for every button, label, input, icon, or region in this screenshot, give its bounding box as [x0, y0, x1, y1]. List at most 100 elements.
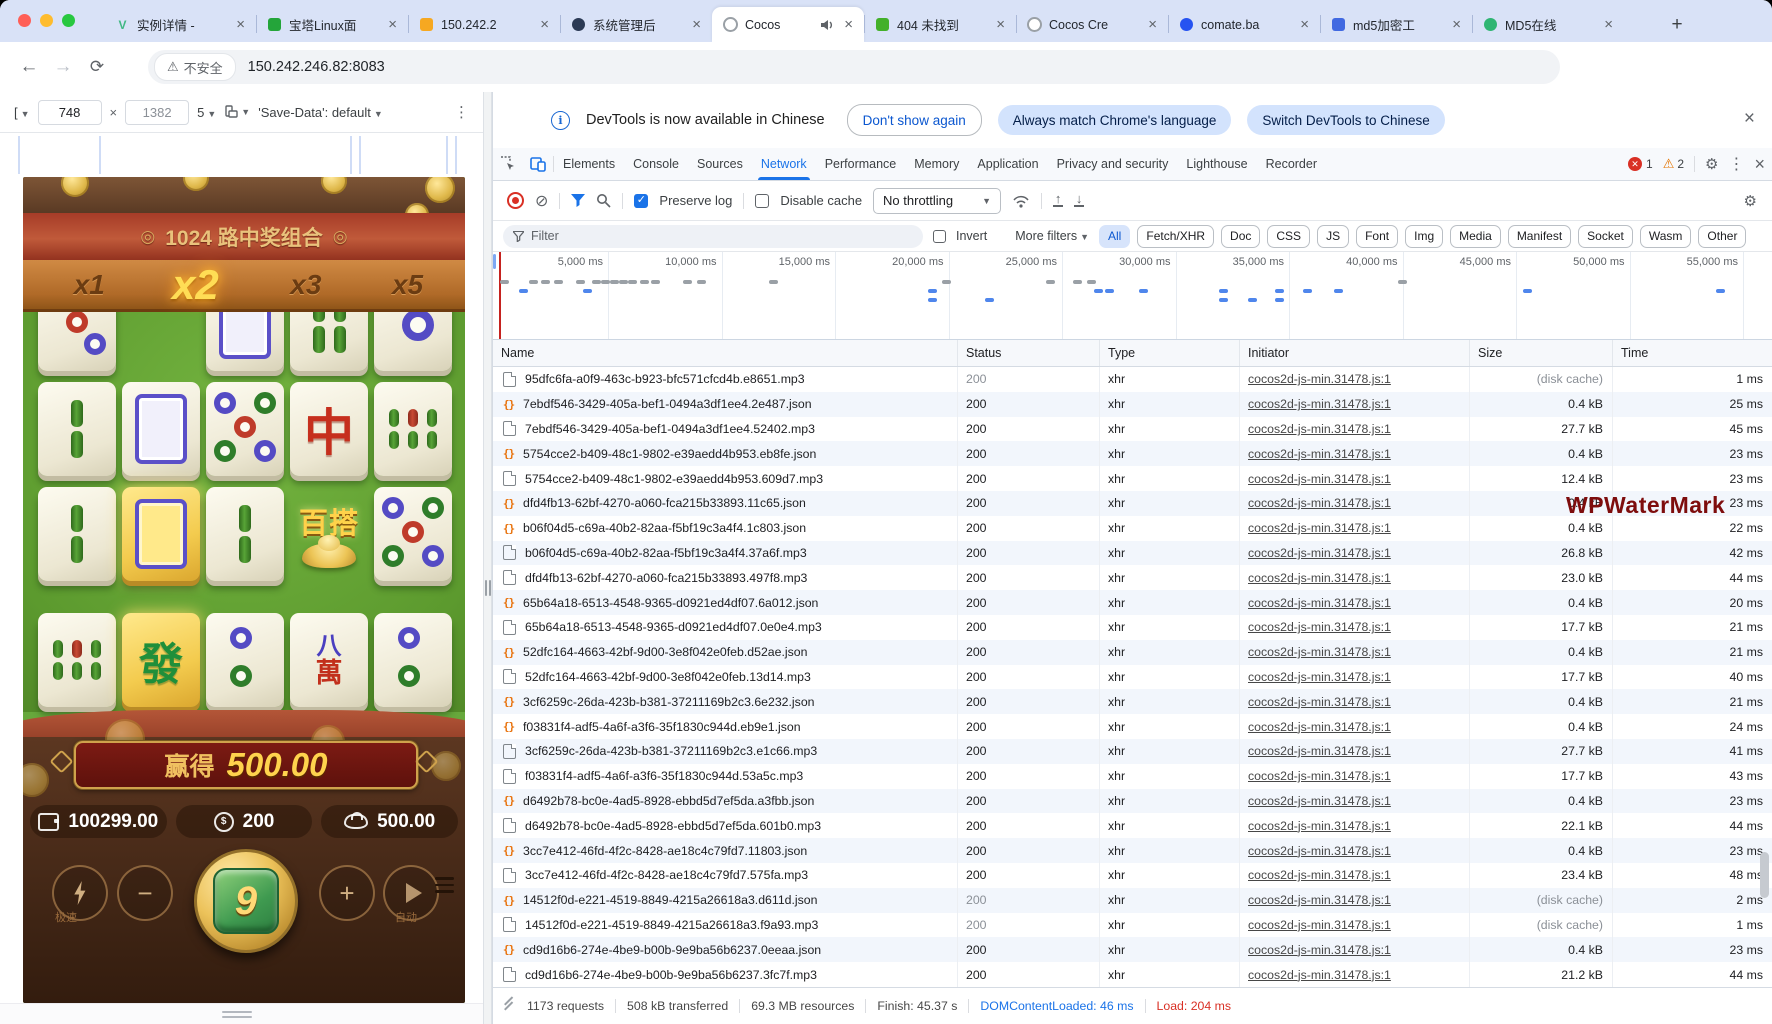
tab-close-icon[interactable]: × [1297, 16, 1312, 33]
new-tab-button[interactable]: + [1664, 12, 1690, 38]
close-window-icon[interactable] [18, 14, 31, 27]
network-request-row[interactable]: 7ebdf546-3429-405a-bef1-0494a3df1ee4.524… [493, 417, 1772, 442]
zoom-dropdown[interactable]: 5▼ [197, 105, 216, 120]
filter-toggle-icon[interactable] [571, 194, 585, 207]
address-bar[interactable]: ⚠ 不安全 150.242.246.82:8083 [148, 50, 1560, 84]
game-viewport[interactable]: ◎ 1024 路中奖组合 ◎ x1x2x3x5 中百搭發八萬 赢得 500.00 [23, 177, 465, 1003]
initiator-link[interactable]: cocos2d-js-min.31478.js:1 [1248, 546, 1391, 560]
window-controls[interactable] [18, 14, 75, 27]
tab-close-icon[interactable]: × [841, 16, 856, 33]
network-conditions-icon[interactable] [1012, 194, 1030, 208]
devtools-tab-application[interactable]: Application [968, 148, 1047, 180]
devtools-settings-icon[interactable]: ⚙ [1705, 155, 1718, 173]
notification-close-icon[interactable]: × [1744, 108, 1755, 130]
bet-decrease-button[interactable]: − [117, 865, 173, 921]
browser-tab-1[interactable]: V实例详情 -× [104, 7, 256, 42]
initiator-link[interactable]: cocos2d-js-min.31478.js:1 [1248, 596, 1391, 610]
rotate-device-icon[interactable]: ▼ [224, 105, 250, 119]
game-menu-icon[interactable] [435, 877, 454, 893]
initiator-link[interactable]: cocos2d-js-min.31478.js:1 [1248, 620, 1391, 634]
initiator-link[interactable]: cocos2d-js-min.31478.js:1 [1248, 397, 1391, 411]
forward-button[interactable]: → [46, 56, 80, 78]
media-query-ruler[interactable] [0, 133, 483, 177]
browser-tab-8[interactable]: comate.ba× [1168, 7, 1320, 42]
bet-pill[interactable]: $ 200 [176, 805, 313, 838]
initiator-link[interactable]: cocos2d-js-min.31478.js:1 [1248, 496, 1391, 510]
network-request-row[interactable]: b06f04d5-c69a-40b2-82aa-f5bf19c3a4f4.37a… [493, 541, 1772, 566]
devtools-tab-elements[interactable]: Elements [554, 148, 624, 180]
initiator-link[interactable]: cocos2d-js-min.31478.js:1 [1248, 571, 1391, 585]
disable-cache-label[interactable]: Disable cache [780, 193, 862, 208]
filter-chip-media[interactable]: Media [1450, 225, 1501, 248]
initiator-link[interactable]: cocos2d-js-min.31478.js:1 [1248, 819, 1391, 833]
filter-chip-wasm[interactable]: Wasm [1640, 225, 1692, 248]
splitter-grip[interactable] [485, 580, 491, 596]
back-button[interactable]: ← [12, 56, 46, 78]
initiator-link[interactable]: cocos2d-js-min.31478.js:1 [1248, 372, 1391, 386]
filter-chip-other[interactable]: Other [1698, 225, 1746, 248]
network-request-row[interactable]: 65b64a18-6513-4548-9365-d0921ed4df07.0e0… [493, 615, 1772, 640]
column-header-size[interactable]: Size [1470, 340, 1613, 366]
tab-close-icon[interactable]: × [1601, 16, 1616, 33]
domcontentloaded-time[interactable]: DOMContentLoaded: 46 ms [980, 999, 1133, 1013]
tab-close-icon[interactable]: × [993, 16, 1008, 33]
column-header-status[interactable]: Status [958, 340, 1100, 366]
column-header-time[interactable]: Time [1613, 340, 1772, 366]
export-har-icon[interactable]: ↑ [1053, 194, 1063, 207]
initiator-link[interactable]: cocos2d-js-min.31478.js:1 [1248, 769, 1391, 783]
minimize-window-icon[interactable] [40, 14, 53, 27]
invert-label[interactable]: Invert [956, 229, 987, 243]
initiator-link[interactable]: cocos2d-js-min.31478.js:1 [1248, 943, 1391, 957]
network-request-row[interactable]: f03831f4-adf5-4a6f-a3f6-35f1830c944d.53a… [493, 764, 1772, 789]
devtools-tab-privacy-and-security[interactable]: Privacy and security [1048, 148, 1178, 180]
security-chip[interactable]: ⚠ 不安全 [154, 53, 236, 81]
initiator-link[interactable]: cocos2d-js-min.31478.js:1 [1248, 645, 1391, 659]
initiator-link[interactable]: cocos2d-js-min.31478.js:1 [1248, 472, 1391, 486]
devtools-splitter[interactable] [483, 92, 492, 1024]
device-toolbar-toggle-icon[interactable] [523, 156, 553, 172]
reload-button[interactable]: ⟳ [80, 57, 114, 77]
network-request-row[interactable]: 3cf6259c-26da-423b-b381-37211169b2c3.e1c… [493, 739, 1772, 764]
resize-grip-icon[interactable] [503, 1000, 514, 1009]
dont-show-again-button[interactable]: Don't show again [847, 104, 982, 136]
filter-chip-js[interactable]: JS [1317, 225, 1349, 248]
initiator-link[interactable]: cocos2d-js-min.31478.js:1 [1248, 893, 1391, 907]
browser-tab-5[interactable]: Cocos× [712, 7, 864, 42]
network-request-row[interactable]: {}d6492b78-bc0e-4ad5-8928-ebbd5d7ef5da.a… [493, 789, 1772, 814]
devtools-tab-console[interactable]: Console [624, 148, 688, 180]
console-warning-badge[interactable]: ⚠2 [1663, 156, 1684, 172]
filter-chip-font[interactable]: Font [1356, 225, 1398, 248]
network-table-header[interactable]: NameStatusTypeInitiatorSizeTime [493, 340, 1772, 367]
filter-chip-socket[interactable]: Socket [1578, 225, 1633, 248]
network-overview-timeline[interactable]: 5,000 ms10,000 ms15,000 ms20,000 ms25,00… [493, 252, 1772, 340]
tab-audio-icon[interactable] [821, 19, 834, 31]
filter-chip-manifest[interactable]: Manifest [1508, 225, 1571, 248]
initiator-link[interactable]: cocos2d-js-min.31478.js:1 [1248, 918, 1391, 932]
network-request-row[interactable]: d6492b78-bc0e-4ad5-8928-ebbd5d7ef5da.601… [493, 813, 1772, 838]
tab-close-icon[interactable]: × [1145, 16, 1160, 33]
network-request-row[interactable]: {}52dfc164-4663-42bf-9d00-3e8f042e0feb.d… [493, 640, 1772, 665]
browser-tab-9[interactable]: md5加密工× [1320, 7, 1472, 42]
clear-network-log-icon[interactable]: ⊘ [535, 191, 548, 211]
network-request-row[interactable]: cd9d16b6-274e-4be9-b00b-9e9ba56b6237.3fc… [493, 962, 1772, 987]
initiator-link[interactable]: cocos2d-js-min.31478.js:1 [1248, 794, 1391, 808]
network-request-row[interactable]: 95dfc6fa-a0f9-463c-b923-bfc571cfcd4b.e86… [493, 367, 1772, 392]
network-request-row[interactable]: 5754cce2-b409-48c1-9802-e39aedd4b953.609… [493, 466, 1772, 491]
devtools-tab-network[interactable]: Network [752, 148, 816, 180]
match-language-button[interactable]: Always match Chrome's language [998, 105, 1232, 135]
network-request-row[interactable]: {}f03831f4-adf5-4a6f-a3f6-35f1830c944d.e… [493, 714, 1772, 739]
network-request-row[interactable]: 3cc7e412-46fd-4f2c-8428-ae18c4c79fd7.575… [493, 863, 1772, 888]
devtools-menu-icon[interactable]: ⋮ [1728, 154, 1744, 174]
network-request-row[interactable]: {}b06f04d5-c69a-40b2-82aa-f5bf19c3a4f4.1… [493, 516, 1772, 541]
tab-close-icon[interactable]: × [385, 16, 400, 33]
bet-increase-button[interactable]: + [319, 865, 375, 921]
console-error-badge[interactable]: ✕1 [1628, 157, 1653, 171]
tab-close-icon[interactable]: × [689, 16, 704, 33]
column-header-type[interactable]: Type [1100, 340, 1240, 366]
filter-chip-all[interactable]: All [1099, 225, 1130, 248]
devtools-tab-recorder[interactable]: Recorder [1257, 148, 1326, 180]
load-time[interactable]: Load: 204 ms [1157, 999, 1232, 1013]
network-request-row[interactable]: {}7ebdf546-3429-405a-bef1-0494a3df1ee4.2… [493, 392, 1772, 417]
switch-chinese-button[interactable]: Switch DevTools to Chinese [1247, 105, 1444, 135]
filter-input[interactable]: Filter [503, 225, 923, 248]
